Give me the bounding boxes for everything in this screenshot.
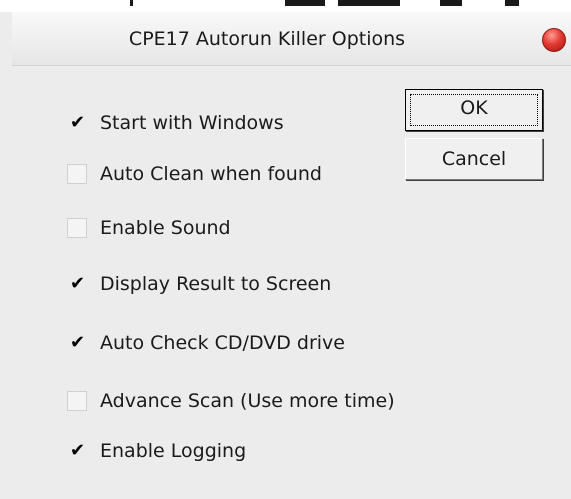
option-label: Advance Scan (Use more time): [100, 390, 395, 412]
background-window-fragment: [0, 0, 571, 12]
option-auto-check-drive[interactable]: ✔ Auto Check CD/DVD drive: [67, 330, 345, 356]
option-enable-logging[interactable]: ✔ Enable Logging: [67, 438, 246, 464]
option-auto-clean[interactable]: Auto Clean when found: [67, 161, 322, 187]
options-panel: ✔ Start with Windows Auto Clean when fou…: [12, 66, 571, 499]
auto-check-drive-checkbox[interactable]: ✔: [67, 333, 87, 353]
check-icon: ✔: [70, 332, 86, 353]
option-label: Start with Windows: [100, 112, 284, 134]
title-bar[interactable]: CPE17 Autorun Killer Options: [12, 12, 571, 66]
close-icon[interactable]: [542, 28, 566, 52]
options-dialog: CPE17 Autorun Killer Options ✔ Start wit…: [0, 0, 571, 499]
display-result-checkbox[interactable]: ✔: [67, 274, 87, 294]
option-start-with-windows[interactable]: ✔ Start with Windows: [67, 110, 284, 136]
check-icon: ✔: [70, 440, 86, 461]
advance-scan-checkbox[interactable]: [67, 391, 87, 411]
cancel-button[interactable]: Cancel: [405, 138, 543, 180]
auto-clean-checkbox[interactable]: [67, 164, 87, 184]
window-title: CPE17 Autorun Killer Options: [128, 28, 406, 50]
option-label: Auto Clean when found: [100, 163, 322, 185]
ok-button-label: OK: [460, 97, 488, 119]
option-label: Enable Logging: [100, 440, 247, 462]
enable-logging-checkbox[interactable]: ✔: [67, 441, 87, 461]
option-advance-scan[interactable]: Advance Scan (Use more time): [67, 388, 395, 414]
start-with-windows-checkbox[interactable]: ✔: [67, 113, 87, 133]
option-label: Enable Sound: [100, 217, 231, 239]
ok-button[interactable]: OK: [405, 89, 543, 131]
check-icon: ✔: [70, 112, 86, 133]
option-label: Display Result to Screen: [100, 273, 332, 295]
option-label: Auto Check CD/DVD drive: [100, 332, 345, 354]
enable-sound-checkbox[interactable]: [67, 218, 87, 238]
check-icon: ✔: [70, 273, 86, 294]
option-display-result[interactable]: ✔ Display Result to Screen: [67, 271, 331, 297]
option-enable-sound[interactable]: Enable Sound: [67, 215, 231, 241]
